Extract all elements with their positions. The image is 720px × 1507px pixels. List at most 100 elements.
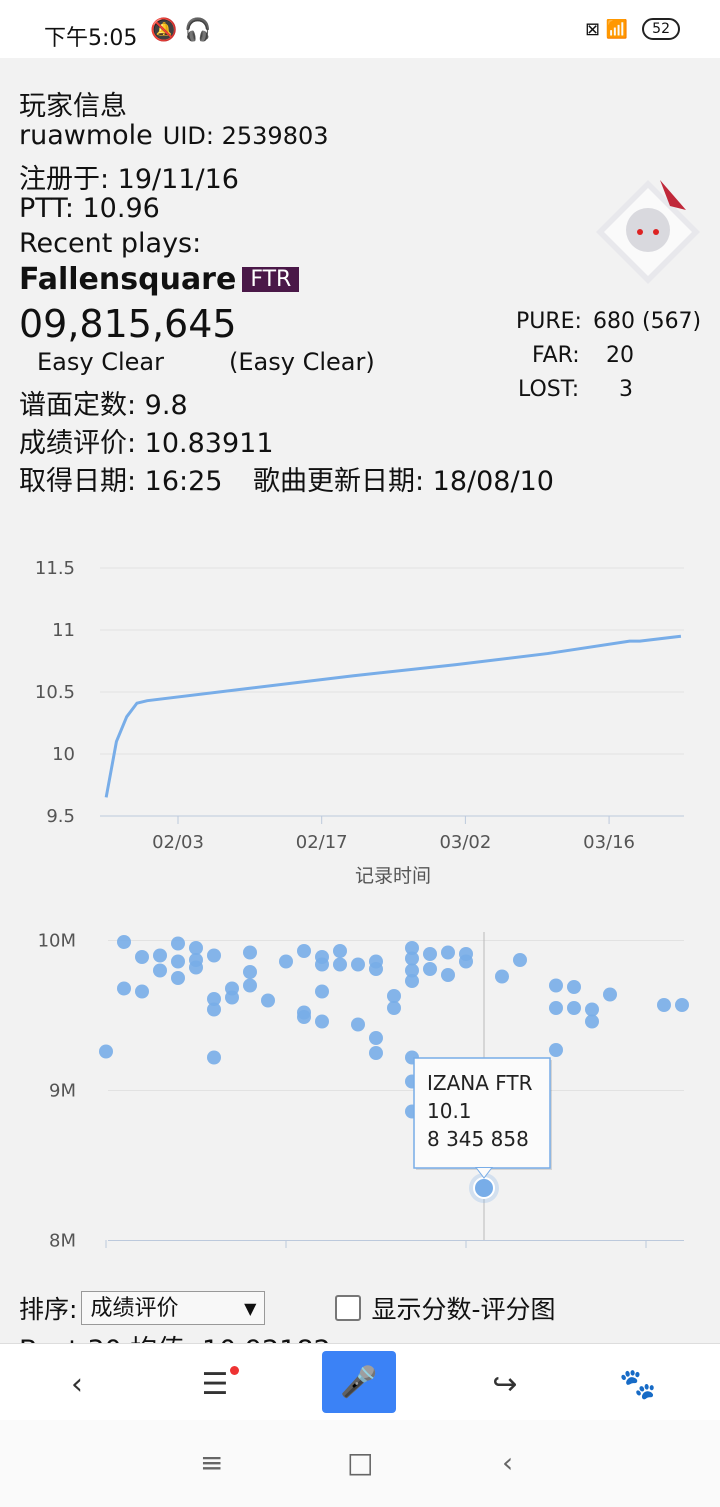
x-tick-label: 02/03 [152, 832, 204, 853]
score-point [171, 936, 185, 951]
player-name-row: ruawmole UID: 2539803 [19, 120, 329, 151]
score-point [261, 993, 275, 1008]
system-nav-bar: ≡ □ ‹ [0, 1420, 720, 1507]
score-point [207, 1002, 221, 1017]
score-point [297, 1010, 311, 1024]
register-date: 注册于: 19/11/16 [19, 164, 239, 195]
score-point [207, 948, 221, 963]
score-point [315, 984, 329, 999]
pure-label: PURE: [516, 309, 582, 334]
score-point [495, 969, 509, 984]
play-rating: 成绩评价: 10.83911 [19, 428, 274, 459]
score-point [189, 960, 203, 975]
sort-select[interactable]: 成绩评价 ▼ [81, 1291, 266, 1325]
player-ptt: PTT: 10.96 [19, 193, 160, 224]
score-point [333, 944, 347, 958]
checkbox-label[interactable]: 显示分数-评分图 [371, 1290, 555, 1326]
score-point [171, 971, 185, 985]
score-point [549, 1001, 563, 1015]
score-point [657, 998, 671, 1012]
player-heading: 玩家信息 [19, 91, 127, 122]
score-point [153, 963, 167, 978]
page-content: 玩家信息 ruawmole UID: 2539803 注册于: 19/11/16 … [0, 58, 720, 1343]
x-tick-label: 8 [100, 1258, 111, 1260]
score-point [279, 954, 293, 969]
y-tick-label: 8M [49, 1231, 76, 1252]
score-point [225, 990, 239, 1005]
ptt-series-line [104, 634, 682, 798]
best30-average: Best 30 均值: 10.92182 [19, 1328, 331, 1343]
ptt-line-chart: 9.5 10 10.5 11 11.5 02/03 02/17 03/02 03/16 记录时间 [35, 558, 684, 887]
y-tick-label: 11.5 [35, 558, 75, 579]
baidu-icon[interactable]: 🐾 [601, 1354, 675, 1414]
score-point [99, 1044, 113, 1059]
share-icon[interactable]: ↪ [468, 1354, 542, 1414]
player-name: ruawmole [19, 120, 153, 151]
x-tick-label: 11 [635, 1258, 658, 1260]
y-tick-label: 9M [49, 1081, 76, 1102]
highlighted-point [473, 1177, 495, 1199]
mute-headphone-icons: 🔕 🎧 [150, 18, 212, 43]
clear-type-best: (Easy Clear) [229, 348, 375, 376]
score-point [567, 980, 581, 994]
y-tick-label: 9.5 [46, 806, 75, 827]
score-point [585, 1002, 599, 1017]
far-value: 20 [606, 343, 634, 368]
score-point [585, 1014, 599, 1029]
score-point [243, 945, 257, 960]
score-point [207, 1050, 221, 1065]
recent-apps-icon[interactable]: ≡ [200, 1446, 223, 1479]
sort-select-value: 成绩评价 [90, 1296, 179, 1321]
score-scatter-chart[interactable]: 8M9M10M891011定数IZANA FTR10.18 345 858 [0, 910, 720, 1260]
tooltip-constant: 10.1 [427, 1099, 472, 1123]
score-point [459, 954, 473, 969]
score-point [423, 962, 437, 976]
score-point [315, 957, 329, 972]
score-point [333, 957, 347, 972]
player-uid: UID: 2539803 [162, 122, 329, 150]
y-tick-label: 10.5 [35, 682, 75, 703]
browser-toolbar: ‹ ☰ 🎤 ↪ 🐾 [0, 1343, 720, 1420]
score-point [405, 951, 419, 966]
x-tick-label: 02/17 [296, 832, 348, 853]
tooltip-score: 8 345 858 [427, 1127, 529, 1151]
sort-controls: 排序: 成绩评价 ▼ 显示分数-评分图 [19, 1290, 555, 1326]
score-point [351, 1017, 365, 1032]
score-point [117, 981, 131, 996]
back-icon[interactable]: ‹ [40, 1354, 114, 1414]
clear-type: Easy Clear [37, 348, 164, 376]
far-label: FAR: [532, 343, 580, 368]
chart-constant: 谱面定数: 9.8 [19, 390, 188, 421]
back-nav-icon[interactable]: ‹ [502, 1446, 513, 1479]
lost-value: 3 [619, 377, 633, 402]
score-point [369, 1031, 383, 1045]
song-update-date: 歌曲更新日期: 18/08/10 [253, 466, 554, 497]
wifi-icon: ⊠ 📶 [584, 18, 629, 40]
menu-icon[interactable]: ☰ [178, 1354, 252, 1414]
score-point [549, 1043, 563, 1057]
score-point [369, 1046, 383, 1060]
score-point [567, 1001, 581, 1015]
score-point [369, 962, 383, 976]
y-tick-label: 10M [38, 931, 76, 952]
voice-search-button[interactable]: 🎤 [322, 1351, 396, 1413]
score-point [135, 984, 149, 999]
x-axis-title: 记录时间 [355, 865, 431, 887]
pure-value: 680 (567) [593, 309, 702, 334]
score-point [441, 945, 455, 960]
microphone-icon: 🎤 [340, 1364, 378, 1400]
score-point [117, 935, 131, 949]
score: 09,815,645 [19, 302, 237, 346]
score-point [387, 989, 401, 1003]
score-chart-checkbox[interactable] [335, 1295, 362, 1321]
score-point [243, 978, 257, 993]
y-tick-label: 10 [52, 744, 75, 765]
sort-label: 排序: [19, 1295, 78, 1324]
lost-label: LOST: [518, 377, 580, 402]
y-tick-label: 11 [52, 620, 75, 641]
score-point [423, 947, 437, 961]
avatar [596, 180, 700, 284]
score-point [603, 987, 617, 1002]
home-icon[interactable]: □ [347, 1446, 373, 1479]
score-point [171, 954, 185, 969]
